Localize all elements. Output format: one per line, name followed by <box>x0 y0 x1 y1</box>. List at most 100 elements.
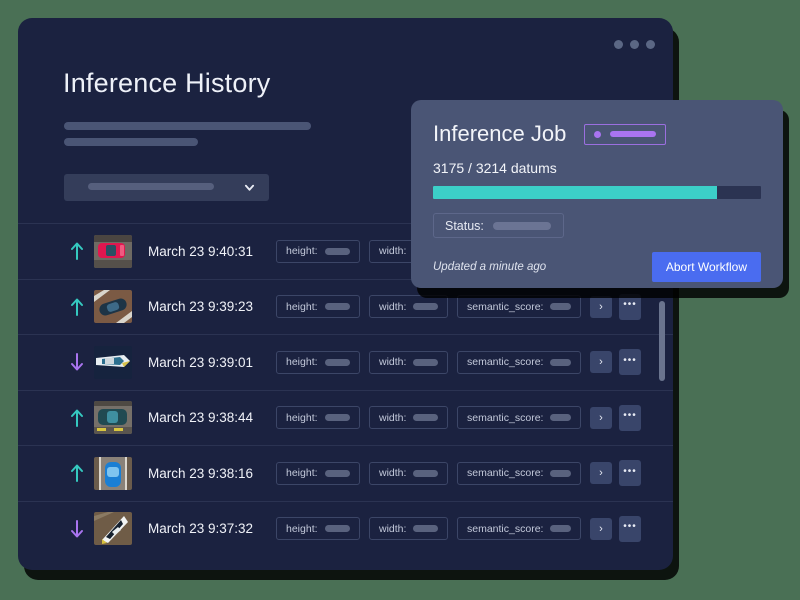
inference-job-header: Inference Job <box>433 121 761 147</box>
tag-height-value-placeholder <box>324 469 350 477</box>
window-controls <box>614 40 655 49</box>
row-timestamp: March 23 9:38:44 <box>148 410 254 426</box>
screenshot-stage: Inference History March 23 9:40:31 heigh… <box>0 0 800 600</box>
row-more-options-button[interactable]: ••• <box>619 460 641 487</box>
tag-width-label: width: <box>379 411 407 424</box>
thumbnail-teal-car-parking-lot[interactable] <box>94 401 132 435</box>
chevron-down-icon <box>244 182 255 193</box>
row-more-options-button[interactable]: ••• <box>619 293 641 320</box>
inference-job-title: Inference Job <box>433 121 567 146</box>
tag-width-label: width: <box>379 467 407 480</box>
tag-width-value-placeholder <box>413 303 438 311</box>
tag-semantic-score: semantic_score: <box>457 517 581 541</box>
row-timestamp: March 23 9:39:01 <box>148 354 254 370</box>
row-timestamp: March 23 9:38:16 <box>148 465 254 481</box>
row-more-options-button[interactable]: ••• <box>619 404 641 431</box>
direction-down-icon <box>64 519 90 539</box>
tag-semantic-score-label: semantic_score: <box>467 356 544 369</box>
tag-height-value-placeholder <box>324 247 350 255</box>
tag-height-label: height: <box>286 411 318 424</box>
tag-width-value-placeholder <box>413 469 438 477</box>
thumbnail-red-car-aerial[interactable] <box>94 234 132 268</box>
tag-height: height: <box>276 517 360 541</box>
filter-select-value-placeholder <box>88 183 214 190</box>
open-row-button[interactable]: › <box>590 517 612 540</box>
progress-bar-fill <box>433 186 717 199</box>
inference-job-panel: Inference Job 3175 / 3214 datums Status:… <box>411 100 783 288</box>
tag-width: width: <box>369 461 448 485</box>
open-row-button[interactable]: › <box>590 462 612 485</box>
open-row-button[interactable]: › <box>590 295 612 318</box>
row-timestamp: March 23 9:37:32 <box>148 521 254 537</box>
tag-height: height: <box>276 350 360 374</box>
tag-semantic-score-value-placeholder <box>550 525 571 533</box>
tag-height: height: <box>276 406 360 430</box>
abort-workflow-button[interactable]: Abort Workflow <box>651 252 761 282</box>
direction-up-icon <box>64 463 90 483</box>
direction-down-icon <box>64 352 90 372</box>
tag-height-label: height: <box>286 467 318 480</box>
tag-semantic-score-value-placeholder <box>550 358 571 366</box>
tag-height-value-placeholder <box>324 525 350 533</box>
table-row[interactable]: March 23 9:37:32 height: width: semantic… <box>18 500 673 557</box>
table-scrollbar[interactable] <box>659 301 665 381</box>
tag-semantic-score-label: semantic_score: <box>467 522 544 535</box>
row-more-options-button[interactable]: ••• <box>619 349 641 376</box>
table-row[interactable]: March 23 9:38:16 height: width: semantic… <box>18 445 673 501</box>
window-dot-3[interactable] <box>646 40 655 49</box>
tag-width-label: width: <box>379 245 407 258</box>
thumbnail-boat-on-water-aerial[interactable] <box>94 345 132 379</box>
tag-semantic-score: semantic_score: <box>457 295 581 319</box>
tag-width-label: width: <box>379 300 407 313</box>
tag-width-value-placeholder <box>413 414 438 422</box>
tag-width-label: width: <box>379 356 407 369</box>
tag-height-label: height: <box>286 522 318 535</box>
status-badge-label-placeholder <box>610 131 657 137</box>
status-field: Status: <box>433 213 564 238</box>
direction-up-icon <box>64 297 90 317</box>
tag-height: height: <box>276 295 360 319</box>
thumbnail-dark-blue-car-aerial[interactable] <box>94 290 132 324</box>
page-title: Inference History <box>63 68 271 98</box>
status-field-value-placeholder <box>492 221 551 230</box>
tag-height-value-placeholder <box>324 358 350 366</box>
window-dot-2[interactable] <box>630 40 639 49</box>
tag-width-label: width: <box>379 522 407 535</box>
inference-job-footer: Updated a minute ago Abort Workflow <box>433 252 761 282</box>
tag-width: width: <box>369 350 448 374</box>
tag-semantic-score-value-placeholder <box>550 303 571 311</box>
window-dot-1[interactable] <box>614 40 623 49</box>
subtitle-placeholder-line-2 <box>64 138 198 146</box>
tag-height-value-placeholder <box>324 414 350 422</box>
tag-semantic-score: semantic_score: <box>457 406 581 430</box>
table-row[interactable]: March 23 9:39:01 height: width: semantic… <box>18 334 673 390</box>
subtitle-placeholder-line-1 <box>64 122 311 130</box>
filter-select[interactable] <box>64 174 269 201</box>
open-row-button[interactable]: › <box>590 351 612 374</box>
tag-width: width: <box>369 517 448 541</box>
thumbnail-blue-car-road-aerial[interactable] <box>94 456 132 490</box>
tag-semantic-score: semantic_score: <box>457 461 581 485</box>
status-badge <box>584 123 667 145</box>
tag-height: height: <box>276 239 360 263</box>
tag-height-label: height: <box>286 356 318 369</box>
tag-height: height: <box>276 461 360 485</box>
tag-semantic-score-value-placeholder <box>550 414 571 422</box>
tag-height-label: height: <box>286 245 318 258</box>
progress-bar <box>433 186 761 199</box>
tag-semantic-score-value-placeholder <box>550 469 571 477</box>
tag-width-value-placeholder <box>413 358 438 366</box>
tag-width-value-placeholder <box>413 525 438 533</box>
open-row-button[interactable]: › <box>590 406 612 429</box>
tag-width: width: <box>369 295 448 319</box>
tag-height-label: height: <box>286 300 318 313</box>
status-field-label: Status: <box>445 218 484 233</box>
row-timestamp: March 23 9:39:23 <box>148 299 254 315</box>
tag-semantic-score-label: semantic_score: <box>467 467 544 480</box>
status-dot-icon <box>594 130 602 138</box>
table-row[interactable]: March 23 9:38:44 height: width: semantic… <box>18 389 673 446</box>
row-more-options-button[interactable]: ••• <box>619 515 641 542</box>
thumbnail-white-boat-aerial[interactable] <box>94 512 132 546</box>
row-timestamp: March 23 9:40:31 <box>148 243 254 259</box>
datums-count: 3175 / 3214 datums <box>433 160 557 176</box>
